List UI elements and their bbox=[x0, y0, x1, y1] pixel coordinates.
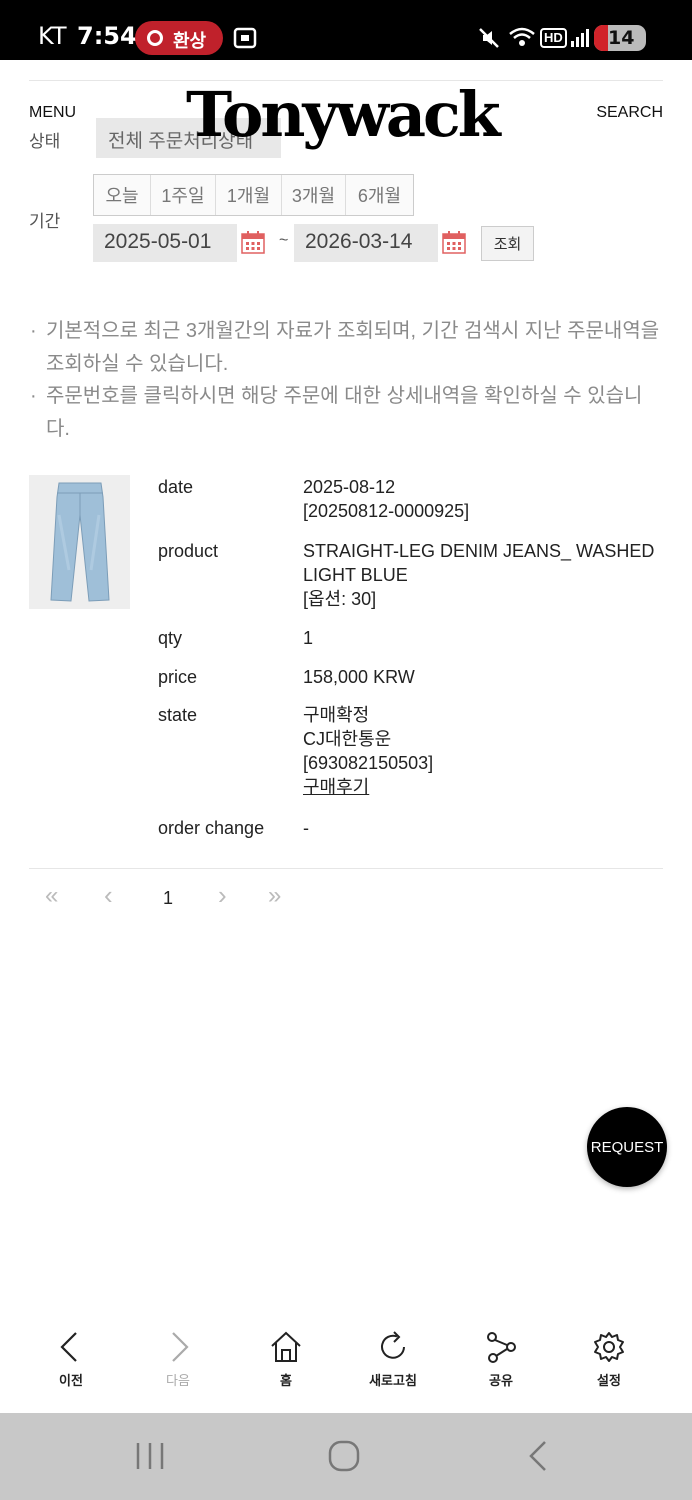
chevron-left-icon bbox=[60, 1332, 77, 1362]
recent-apps-icon[interactable] bbox=[133, 1441, 167, 1471]
order-divider bbox=[29, 868, 663, 869]
product-option: [옵션: 30] bbox=[303, 589, 377, 609]
order-date-value: 2025-08-12 bbox=[303, 477, 396, 497]
refresh-icon bbox=[381, 1331, 405, 1359]
jeans-image bbox=[50, 482, 110, 602]
back-label: 이전 bbox=[59, 1373, 83, 1388]
notice-item: · 주문번호를 클릭하시면 해당 주문에 대한 상세내역을 확인하실 수 있습니… bbox=[30, 380, 662, 446]
notice-text: 주문번호를 클릭하시면 해당 주문에 대한 상세내역을 확인하실 수 있습니다. bbox=[46, 385, 643, 440]
home-button[interactable]: 홈 bbox=[241, 1330, 331, 1389]
mute-icon bbox=[479, 28, 499, 48]
browser-toolbar: 이전 다음 홈 새로고침 공유 설정 bbox=[0, 1320, 692, 1413]
settings-button[interactable]: 설정 bbox=[564, 1330, 654, 1389]
product-name[interactable]: STRAIGHT-LEG DENIM JEANS_ WASHED LIGHT B… bbox=[303, 539, 663, 587]
carrier-name: KT bbox=[38, 22, 67, 50]
tracking-number-link[interactable]: [693082150503] bbox=[303, 751, 663, 775]
last-page-button[interactable]: » bbox=[268, 882, 281, 910]
system-navigation-bar bbox=[0, 1413, 692, 1500]
period-button-group: 오늘 1주일 1개월 3개월 6개월 bbox=[93, 174, 414, 216]
order-change-label: order change bbox=[158, 818, 265, 838]
period-today-button[interactable]: 오늘 bbox=[94, 175, 151, 215]
forward-button[interactable]: 다음 bbox=[133, 1330, 223, 1389]
back-button[interactable]: 이전 bbox=[26, 1330, 116, 1389]
share-label: 공유 bbox=[489, 1373, 513, 1388]
battery-level-fill bbox=[594, 25, 608, 51]
calendar-icon[interactable] bbox=[441, 229, 467, 255]
first-page-button[interactable]: « bbox=[45, 882, 58, 910]
hd-voice-badge: HD bbox=[540, 28, 567, 48]
site-logo[interactable]: Tonywack bbox=[186, 78, 501, 151]
qty-label: qty bbox=[158, 628, 183, 648]
period-label: 기간 bbox=[29, 212, 61, 231]
period-6month-button[interactable]: 6개월 bbox=[346, 175, 413, 215]
home-nav-icon[interactable] bbox=[327, 1439, 361, 1473]
next-page-button[interactable]: › bbox=[218, 880, 227, 911]
wifi-icon bbox=[509, 27, 535, 46]
app-notification-pill: 환상 bbox=[135, 21, 223, 55]
state-value: 구매확정 bbox=[303, 705, 370, 725]
home-icon bbox=[271, 1331, 301, 1362]
date-from-input[interactable]: 2025-05-01 bbox=[93, 224, 237, 262]
write-review-link[interactable]: 구매후기 bbox=[303, 777, 369, 797]
notice-text: 기본적으로 최근 3개월간의 자료가 조회되며, 기간 검색시 지난 주문내역을… bbox=[46, 320, 660, 375]
search-submit-button[interactable]: 조회 bbox=[481, 226, 534, 261]
shipping-carrier: CJ대한통운 bbox=[303, 729, 392, 749]
clock: 7:54 bbox=[77, 22, 137, 50]
period-1month-button[interactable]: 1개월 bbox=[216, 175, 282, 215]
refresh-label: 새로고침 bbox=[369, 1373, 417, 1388]
settings-label: 설정 bbox=[597, 1373, 621, 1388]
back-nav-icon[interactable] bbox=[525, 1440, 551, 1472]
prev-page-button[interactable]: ‹ bbox=[104, 880, 113, 911]
forward-label: 다음 bbox=[166, 1373, 190, 1388]
battery-level: 14 bbox=[608, 27, 635, 49]
bullet: · bbox=[30, 385, 37, 407]
chevron-right-icon bbox=[172, 1332, 189, 1362]
product-label: product bbox=[158, 541, 219, 561]
period-3month-button[interactable]: 3개월 bbox=[282, 175, 346, 215]
status-bar: KT 7:54 환상 HD 14 bbox=[0, 0, 692, 60]
notice-item: · 기본적으로 최근 3개월간의 자료가 조회되며, 기간 검색시 지난 주문내… bbox=[30, 315, 662, 381]
order-state: 구매확정 CJ대한통운 [693082150503] 구매후기 bbox=[303, 703, 663, 799]
screenshot-icon bbox=[233, 27, 257, 49]
search-button[interactable]: SEARCH bbox=[596, 104, 663, 122]
product-info: STRAIGHT-LEG DENIM JEANS_ WASHED LIGHT B… bbox=[303, 539, 663, 611]
qty-value: 1 bbox=[303, 628, 314, 648]
request-button[interactable]: REQUEST bbox=[587, 1107, 667, 1187]
calendar-icon[interactable] bbox=[240, 229, 266, 255]
price-label: price bbox=[158, 667, 198, 687]
order-change-value: - bbox=[303, 818, 309, 838]
bullet: · bbox=[30, 320, 37, 342]
signal-icon bbox=[571, 29, 589, 47]
order-number-link[interactable]: [20250812-0000925] bbox=[303, 499, 663, 523]
order-date: 2025-08-12 [20250812-0000925] bbox=[303, 475, 663, 523]
current-page[interactable]: 1 bbox=[163, 888, 173, 909]
pill-label: 환상 bbox=[173, 31, 207, 52]
state-label: state bbox=[158, 705, 198, 725]
status-label: 상태 bbox=[29, 132, 61, 151]
share-button[interactable]: 공유 bbox=[456, 1330, 546, 1389]
battery-icon: 14 bbox=[594, 25, 646, 51]
record-icon bbox=[147, 30, 163, 46]
date-range-separator: ~ bbox=[279, 232, 289, 249]
period-1week-button[interactable]: 1주일 bbox=[151, 175, 216, 215]
gear-icon bbox=[594, 1332, 624, 1362]
home-label: 홈 bbox=[280, 1373, 292, 1388]
share-icon bbox=[487, 1332, 516, 1363]
date-to-input[interactable]: 2026-03-14 bbox=[294, 224, 438, 262]
price-value: 158,000 KRW bbox=[303, 667, 415, 687]
date-label: date bbox=[158, 477, 194, 497]
refresh-button[interactable]: 새로고침 bbox=[348, 1330, 438, 1389]
menu-button[interactable]: MENU bbox=[29, 104, 76, 122]
product-thumbnail[interactable] bbox=[29, 475, 130, 609]
